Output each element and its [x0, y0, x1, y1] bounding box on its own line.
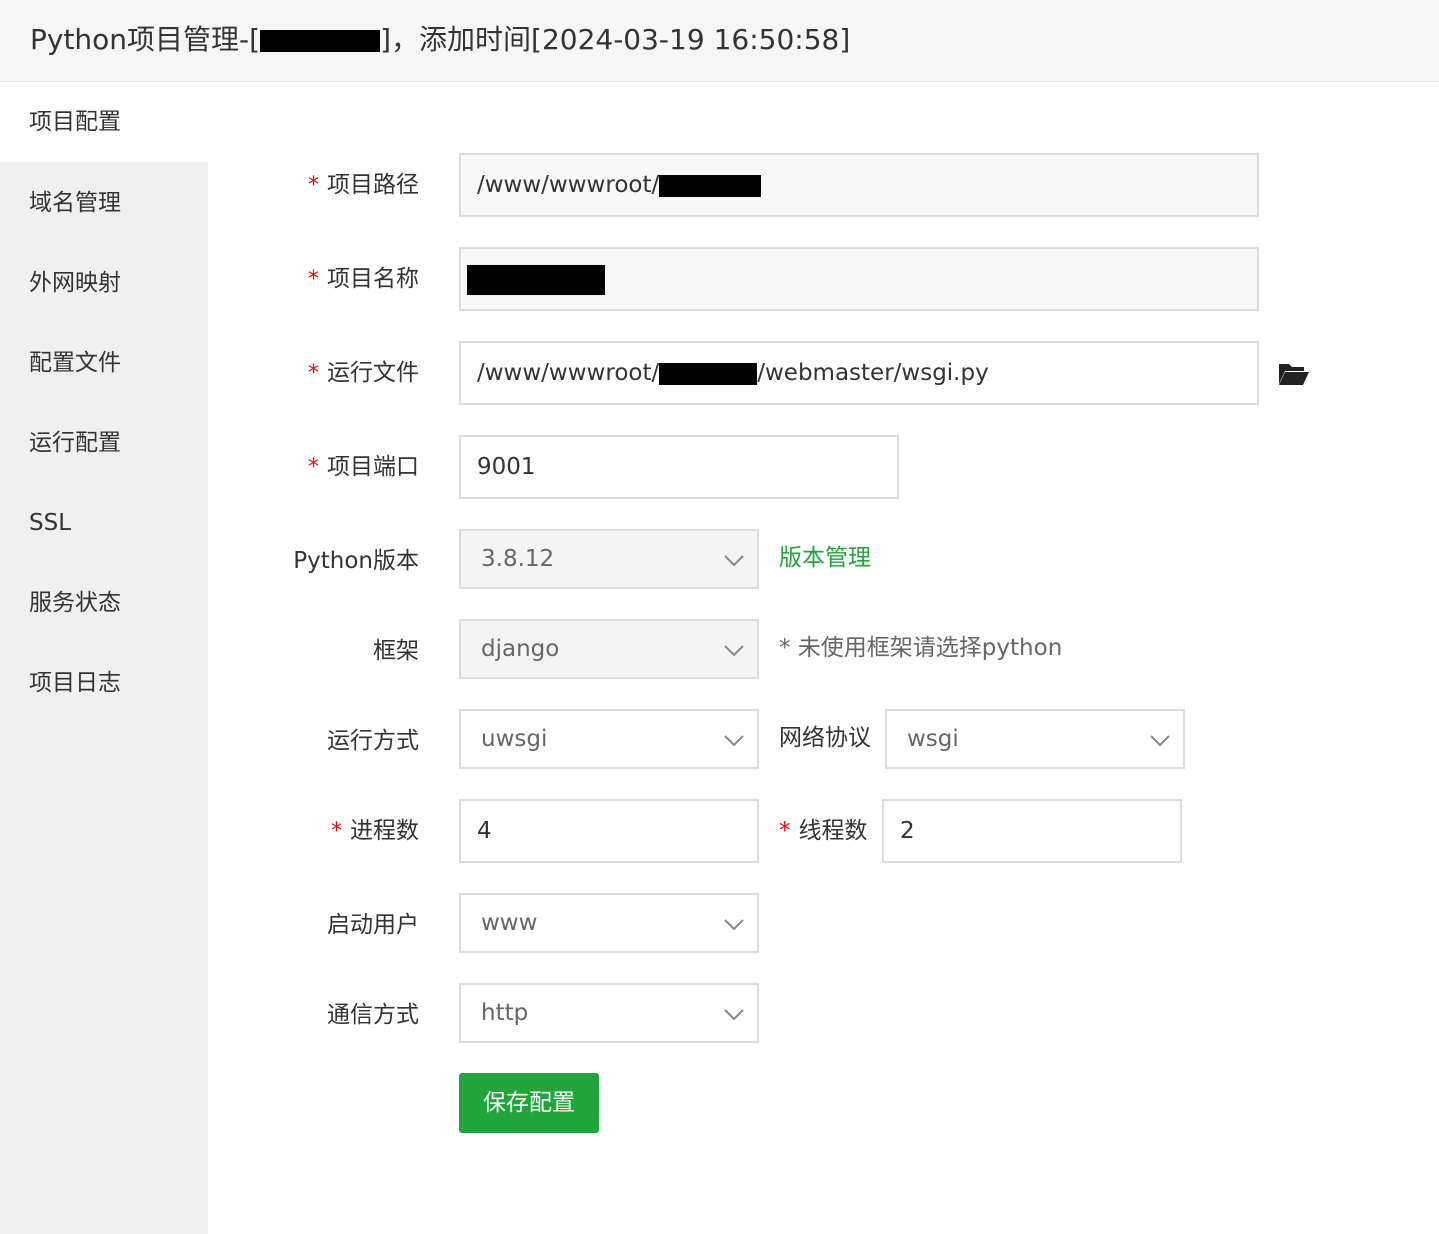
processes-input[interactable]: 4: [459, 799, 759, 863]
chevron-down-icon: [724, 1009, 744, 1021]
network-protocol-select[interactable]: wsgi: [885, 709, 1185, 769]
threads-label: * 线程数: [779, 818, 868, 844]
project-path-field[interactable]: /www/wwwroot/: [459, 153, 1259, 217]
chevron-down-icon: [724, 555, 744, 567]
sidebar-item-project-config[interactable]: 项目配置: [0, 82, 208, 162]
page-title: Python项目管理-[]，添加时间[2024-03-19 16:50:58]: [30, 23, 851, 56]
project-name-field[interactable]: [459, 247, 1259, 311]
project-name-label: * 项目名称: [308, 266, 419, 292]
python-version-label: Python版本: [293, 548, 419, 574]
run-file-field[interactable]: /www/wwwroot//webmaster/wsgi.py: [459, 341, 1259, 405]
project-path-label: * 项目路径: [308, 172, 419, 198]
project-port-label: * 项目端口: [308, 454, 419, 480]
sidebar-item-ssl[interactable]: SSL: [0, 483, 208, 563]
threads-input[interactable]: 2: [882, 799, 1182, 863]
comm-mode-select[interactable]: http: [459, 983, 759, 1043]
chevron-down-icon: [724, 645, 744, 657]
framework-label: 框架: [373, 638, 419, 664]
run-mode-label: 运行方式: [327, 728, 419, 754]
python-version-select[interactable]: 3.8.12: [459, 529, 759, 589]
sidebar-item-project-log[interactable]: 项目日志: [0, 643, 208, 723]
chevron-down-icon: [1150, 735, 1170, 747]
run-file-label: * 运行文件: [308, 360, 419, 386]
start-user-label: 启动用户: [327, 912, 419, 938]
network-protocol-label: 网络协议: [779, 725, 871, 751]
chevron-down-icon: [724, 919, 744, 931]
sidebar-item-config-file[interactable]: 配置文件: [0, 323, 208, 403]
run-mode-select[interactable]: uwsgi: [459, 709, 759, 769]
version-management-link[interactable]: 版本管理: [779, 543, 871, 573]
sidebar: 项目配置 域名管理 外网映射 配置文件 运行配置 SSL 服务状态 项目日志: [0, 82, 208, 1234]
window-header: Python项目管理-[]，添加时间[2024-03-19 16:50:58]: [0, 0, 1439, 82]
sidebar-item-run-config[interactable]: 运行配置: [0, 403, 208, 483]
framework-hint: * 未使用框架请选择python: [779, 635, 1063, 661]
folder-open-icon[interactable]: [1278, 360, 1310, 388]
sidebar-item-external-mapping[interactable]: 外网映射: [0, 243, 208, 323]
processes-label: * 进程数: [331, 818, 419, 844]
save-config-button[interactable]: 保存配置: [459, 1073, 599, 1133]
comm-mode-label: 通信方式: [327, 1002, 419, 1028]
redacted-folder-name: [659, 174, 762, 197]
redacted-project-name-value: [467, 264, 605, 295]
redacted-project-name: [260, 30, 381, 52]
sidebar-item-service-status[interactable]: 服务状态: [0, 563, 208, 643]
framework-select[interactable]: django: [459, 619, 759, 679]
chevron-down-icon: [724, 735, 744, 747]
start-user-select[interactable]: www: [459, 893, 759, 953]
project-port-input[interactable]: 9001: [459, 435, 899, 499]
redacted-folder-name: [659, 362, 758, 385]
sidebar-item-domain-management[interactable]: 域名管理: [0, 163, 208, 243]
